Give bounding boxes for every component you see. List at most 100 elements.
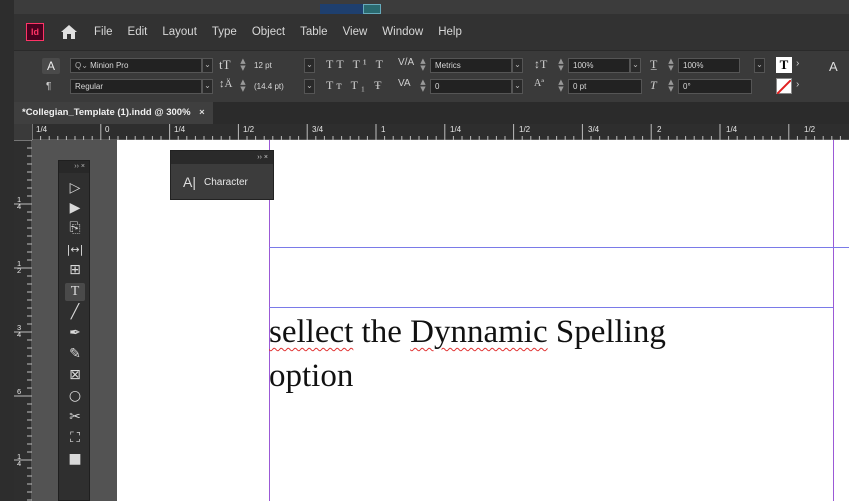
scissors-tool-icon[interactable]: ✂ bbox=[65, 408, 85, 426]
kerning-icon: V/A bbox=[398, 57, 415, 68]
vertical-scale-dropdown[interactable]: ⌄ bbox=[630, 58, 641, 73]
tools-panel: ›› × ▷ ▶ ⎘ |↔| ⊞ T ╱ ✒ ✎ ⊠ ○ ✂ ⛶ ■ bbox=[58, 160, 90, 501]
misspelled-word[interactable]: Dynnamic bbox=[410, 314, 547, 350]
ruler-origin[interactable] bbox=[14, 124, 32, 140]
selection-tool-icon[interactable]: ▷ bbox=[65, 179, 85, 197]
menu-layout[interactable]: Layout bbox=[162, 26, 197, 38]
menu-edit[interactable]: Edit bbox=[128, 26, 148, 38]
right-margin-guide bbox=[833, 140, 834, 501]
gap-tool-icon[interactable]: |↔| bbox=[65, 241, 85, 259]
main-menu: File Edit Layout Type Object Table View … bbox=[94, 26, 477, 38]
stroke-color-swatch[interactable] bbox=[776, 78, 792, 95]
ruler-label: 3/4 bbox=[312, 125, 324, 134]
tracking-field[interactable]: 0 bbox=[430, 79, 512, 94]
body-text-line2: option bbox=[269, 358, 354, 394]
skew-icon: T bbox=[650, 78, 657, 92]
kerning-field[interactable]: Metrics bbox=[430, 58, 512, 73]
baseline-shift-stepper[interactable]: ▲ ▼ bbox=[556, 79, 566, 94]
document-tab[interactable]: *Collegian_Template (1).indd @ 300% × bbox=[14, 102, 213, 124]
paragraph-controls-icon[interactable]: A bbox=[829, 59, 838, 74]
leading-dropdown[interactable]: ⌄ bbox=[304, 79, 315, 94]
leading-stepper[interactable]: ▲ ▼ bbox=[238, 79, 248, 94]
menu-view[interactable]: View bbox=[343, 26, 368, 38]
case-buttons-row1[interactable]: TT T¹ T bbox=[326, 57, 386, 72]
body-text: Spelling bbox=[547, 314, 666, 350]
pasteboard[interactable]: sellect the Dynnamic Spelling option bbox=[32, 140, 849, 501]
misspelled-word[interactable]: sellect bbox=[269, 314, 353, 350]
skew-field[interactable]: 0° bbox=[678, 79, 752, 94]
ruler-label: 1 bbox=[381, 125, 386, 134]
menu-type[interactable]: Type bbox=[212, 26, 237, 38]
desktop-strip bbox=[0, 0, 849, 14]
text-frame[interactable]: sellect the Dynnamic Spelling option bbox=[269, 310, 829, 398]
font-family-dropdown[interactable]: ⌄ bbox=[202, 58, 213, 73]
leading-icon: ↕Ä bbox=[219, 78, 233, 90]
ellipse-tool-icon[interactable]: ○ bbox=[65, 387, 85, 405]
background-window-icon bbox=[363, 4, 381, 14]
tools-panel-header[interactable]: ›› × bbox=[59, 161, 89, 173]
horizontal-scale-dropdown[interactable]: ⌄ bbox=[754, 58, 765, 73]
kerning-dropdown[interactable]: ⌄ bbox=[512, 58, 523, 73]
menu-object[interactable]: Object bbox=[252, 26, 285, 38]
character-panel-body[interactable]: A| Character bbox=[171, 164, 273, 200]
text-frame-top-edge bbox=[269, 307, 833, 308]
pen-tool-icon[interactable]: ✒ bbox=[65, 324, 85, 342]
font-size-stepper[interactable]: ▲ ▼ bbox=[238, 58, 248, 73]
leading-field[interactable]: (14.4 pt) bbox=[249, 79, 299, 94]
font-size-dropdown[interactable]: ⌄ bbox=[304, 58, 315, 73]
direct-selection-tool-icon[interactable]: ▶ bbox=[65, 199, 85, 217]
frame-top-guide bbox=[269, 247, 849, 248]
pencil-tool-icon[interactable]: ✎ bbox=[65, 345, 85, 363]
font-size-field[interactable]: 12 pt bbox=[249, 58, 299, 73]
case-buttons-row2[interactable]: Tт T₁ Ŧ bbox=[326, 78, 384, 93]
character-panel-label: Character bbox=[203, 176, 248, 188]
kerning-stepper[interactable]: ▲ ▼ bbox=[418, 58, 428, 73]
character-mode-button[interactable]: A bbox=[42, 58, 60, 74]
ruler-label: 0 bbox=[105, 125, 110, 134]
menu-bar: Id File Edit Layout Type Object Table Vi… bbox=[14, 14, 849, 50]
horizontal-scale-stepper[interactable]: ▲ ▼ bbox=[666, 58, 676, 73]
line-tool-icon[interactable]: ╱ bbox=[65, 303, 85, 321]
tracking-dropdown[interactable]: ⌄ bbox=[512, 79, 523, 94]
horizontal-ruler[interactable]: 1/4 0 1/4 1/2 3/4 1 1/4 1/2 3/4 2 1/4 1/… bbox=[14, 124, 849, 140]
horizontal-scale-icon: T̲ bbox=[650, 57, 658, 71]
gradient-swatch-tool-icon[interactable]: ■ bbox=[65, 450, 85, 468]
ruler-label: 1/4 bbox=[36, 125, 48, 134]
ruler-label: 3/4 bbox=[588, 125, 600, 134]
menu-help[interactable]: Help bbox=[438, 26, 462, 38]
vruler-label: 6 bbox=[17, 387, 22, 396]
type-tool-icon[interactable]: T bbox=[65, 283, 85, 301]
close-tab-icon[interactable]: × bbox=[199, 107, 205, 118]
font-style-field[interactable]: Regular bbox=[70, 79, 202, 94]
vertical-ruler[interactable]: 14 12 34 6 14 bbox=[14, 140, 32, 501]
character-panel[interactable]: ›› × A| Character bbox=[170, 150, 274, 200]
document-tab-bar: *Collegian_Template (1).indd @ 300% × bbox=[14, 102, 849, 124]
free-transform-tool-icon[interactable]: ⛶ bbox=[65, 429, 85, 447]
content-collector-tool-icon[interactable]: ⊞ bbox=[65, 261, 85, 279]
page-tool-icon[interactable]: ⎘ bbox=[65, 219, 85, 237]
horizontal-scale-field[interactable]: 100% bbox=[678, 58, 740, 73]
paragraph-mode-icon[interactable]: ¶ bbox=[46, 81, 51, 92]
font-style-dropdown[interactable]: ⌄ bbox=[202, 79, 213, 94]
tracking-icon: VA bbox=[398, 78, 411, 89]
vertical-scale-stepper[interactable]: ▲ ▼ bbox=[556, 58, 566, 73]
vruler-label: 14 bbox=[17, 195, 22, 211]
indesign-logo-icon: Id bbox=[26, 23, 44, 41]
tracking-stepper[interactable]: ▲ ▼ bbox=[418, 79, 428, 94]
character-panel-header[interactable]: ›› × bbox=[171, 151, 273, 164]
vertical-scale-field[interactable]: 100% bbox=[568, 58, 630, 73]
menu-file[interactable]: File bbox=[94, 26, 113, 38]
home-icon[interactable] bbox=[60, 24, 78, 40]
fill-color-swatch[interactable]: T bbox=[776, 57, 792, 73]
menu-window[interactable]: Window bbox=[382, 26, 423, 38]
indesign-window: Id File Edit Layout Type Object Table Vi… bbox=[14, 14, 849, 501]
more-arrow-icon[interactable]: › bbox=[796, 58, 799, 69]
more-arrow-icon-2[interactable]: › bbox=[796, 79, 799, 90]
menu-table[interactable]: Table bbox=[300, 26, 328, 38]
skew-stepper[interactable]: ▲ ▼ bbox=[666, 79, 676, 94]
rectangle-frame-tool-icon[interactable]: ⊠ bbox=[65, 366, 85, 384]
ruler-label: 1/2 bbox=[804, 125, 816, 134]
baseline-shift-field[interactable]: 0 pt bbox=[568, 79, 642, 94]
font-family-field[interactable]: Q⌄ Minion Pro bbox=[70, 58, 202, 73]
vruler-label: 12 bbox=[17, 259, 22, 275]
